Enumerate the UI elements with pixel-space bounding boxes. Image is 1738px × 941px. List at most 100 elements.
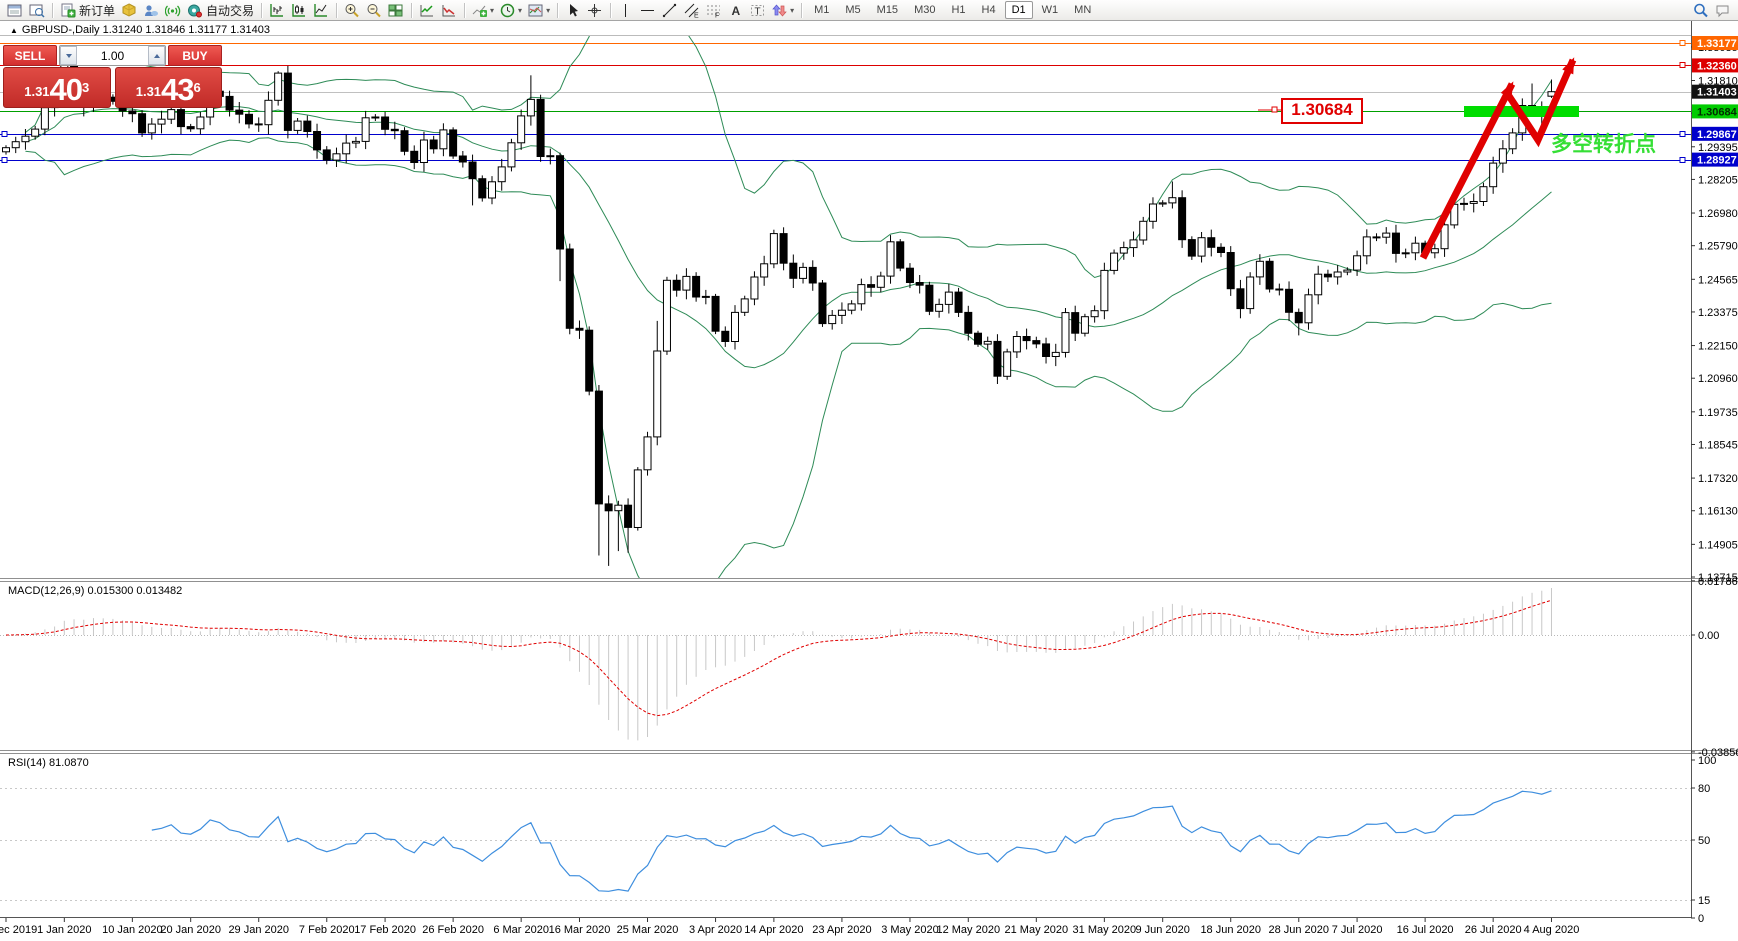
- text-tool-button[interactable]: A: [725, 1, 747, 20]
- level-handle-icon[interactable]: [2, 132, 7, 137]
- candlestick: [22, 136, 29, 142]
- templates-button[interactable]: ▾: [525, 1, 553, 20]
- price-tick-label: 1.14905: [1698, 539, 1738, 551]
- autotrade-icon: [187, 3, 203, 18]
- volume-decrease-button[interactable]: [60, 46, 77, 65]
- candlestick: [1237, 289, 1244, 309]
- periods-button[interactable]: ▾: [497, 1, 525, 20]
- trendline-tool-button[interactable]: [659, 1, 681, 20]
- candlestick: [1295, 312, 1302, 322]
- buy-button[interactable]: BUY: [168, 45, 222, 66]
- candlestick-chart-button[interactable]: [288, 1, 310, 20]
- date-label: 20 Jan 2020: [160, 924, 221, 936]
- level-handle-icon[interactable]: [1680, 63, 1685, 68]
- candlestick: [1461, 203, 1468, 204]
- tile-windows-button[interactable]: [385, 1, 407, 20]
- timeframe-mn-button[interactable]: MN: [1067, 1, 1098, 19]
- candlestick: [780, 234, 787, 264]
- signals-button[interactable]: [162, 1, 184, 20]
- level-handle-icon[interactable]: [1680, 158, 1685, 163]
- sell-button[interactable]: SELL: [3, 45, 57, 66]
- chat-icon[interactable]: [1712, 1, 1734, 20]
- timeframe-m5-button[interactable]: M5: [838, 1, 867, 19]
- timeframe-h1-button[interactable]: H1: [944, 1, 972, 19]
- autotrading-button[interactable]: 自动交易: [184, 1, 257, 20]
- dropdown-caret-icon[interactable]: ▾: [790, 6, 794, 15]
- timeframe-m15-button[interactable]: M15: [870, 1, 905, 19]
- candlestick: [420, 140, 427, 163]
- timeframe-m30-button[interactable]: M30: [907, 1, 942, 19]
- zoom-in-button[interactable]: [341, 1, 363, 20]
- candlestick: [1305, 295, 1312, 323]
- candlestick: [12, 142, 19, 148]
- rsi-tick-label: 15: [1698, 895, 1710, 907]
- community-button[interactable]: [140, 1, 162, 20]
- date-label: 9 Jun 2020: [1135, 924, 1189, 936]
- candlestick: [362, 118, 369, 142]
- dropdown-caret-icon[interactable]: ▾: [490, 6, 494, 15]
- rsi-indicator-label: RSI(14) 81.0870: [8, 757, 89, 769]
- fibonacci-tool-button[interactable]: F: [703, 1, 725, 20]
- date-label: 14 Apr 2020: [744, 924, 803, 936]
- volume-increase-button[interactable]: [148, 46, 165, 65]
- candlestick: [255, 124, 262, 125]
- candlestick: [1091, 311, 1098, 317]
- date-label: 1 Jan 2020: [37, 924, 91, 936]
- horizontal-line-tool-button[interactable]: [637, 1, 659, 20]
- dropdown-caret-icon[interactable]: ▾: [518, 6, 522, 15]
- shapes-tool-button[interactable]: ▾: [769, 1, 797, 20]
- price-flag-handle-icon[interactable]: [1272, 107, 1277, 112]
- text-label-tool-button[interactable]: T: [747, 1, 769, 20]
- line-chart-button[interactable]: [310, 1, 332, 20]
- search-icon: [1693, 3, 1709, 18]
- objects-window-button[interactable]: [438, 1, 460, 20]
- candlestick: [1004, 352, 1011, 376]
- candlestick: [1052, 352, 1059, 356]
- candlestick: [1373, 237, 1380, 238]
- level-handle-icon[interactable]: [1680, 41, 1685, 46]
- sell-quote-button[interactable]: 1.31403: [3, 67, 111, 108]
- date-label: 21 May 2020: [1005, 924, 1069, 936]
- level-handle-icon[interactable]: [1680, 132, 1685, 137]
- bull-bear-turning-point-text[interactable]: 多空转折点: [1551, 128, 1656, 158]
- price-annotation-box[interactable]: 1.30684: [1281, 98, 1363, 124]
- vertical-line-tool-button[interactable]: [615, 1, 637, 20]
- tester-button[interactable]: [26, 1, 48, 20]
- timeframe-h4-button[interactable]: H4: [975, 1, 1003, 19]
- candlestick: [1315, 274, 1322, 295]
- candlestick: [265, 100, 272, 124]
- zoom-out-button[interactable]: [363, 1, 385, 20]
- timeframe-m1-button[interactable]: M1: [807, 1, 836, 19]
- symbol-ohlc-text: GBPUSD-,Daily 1.31240 1.31846 1.31177 1.…: [22, 24, 270, 36]
- timeframe-d1-button[interactable]: D1: [1005, 1, 1033, 19]
- new-order-button[interactable]: 新订单: [57, 1, 118, 20]
- indicators-window-button[interactable]: [416, 1, 438, 20]
- candlestick: [683, 276, 690, 290]
- candlestick: [3, 148, 10, 152]
- crosshair-tool-button[interactable]: [584, 1, 606, 20]
- rsi-tick-label: 50: [1698, 835, 1710, 847]
- bar-chart-button[interactable]: [266, 1, 288, 20]
- candlestick: [1383, 233, 1390, 237]
- market-button[interactable]: [118, 1, 140, 20]
- candlestick: [1431, 249, 1438, 253]
- collapse-triangle-icon[interactable]: ▲: [10, 26, 18, 35]
- dropdown-caret-icon[interactable]: ▾: [546, 6, 550, 15]
- terminal-button[interactable]: [4, 1, 26, 20]
- level-handle-icon[interactable]: [2, 158, 7, 163]
- equidistant-channel-tool-button[interactable]: E: [681, 1, 703, 20]
- candlestick: [139, 114, 146, 133]
- candlestick: [1247, 277, 1254, 309]
- terminal-icon: [7, 3, 23, 18]
- timeframe-w1-button[interactable]: W1: [1035, 1, 1066, 19]
- add-indicator-button[interactable]: ▾: [469, 1, 497, 20]
- toolbar-separator: [801, 3, 802, 18]
- candlestick: [459, 156, 466, 162]
- search-icon[interactable]: [1690, 1, 1712, 20]
- candlestick: [761, 264, 768, 277]
- volume-input[interactable]: [77, 46, 148, 65]
- cursor-tool-button[interactable]: [562, 1, 584, 20]
- buy-quote-button[interactable]: 1.31436: [115, 67, 223, 108]
- price-level-label: 1.33177: [1697, 38, 1737, 50]
- candlestick: [897, 242, 904, 268]
